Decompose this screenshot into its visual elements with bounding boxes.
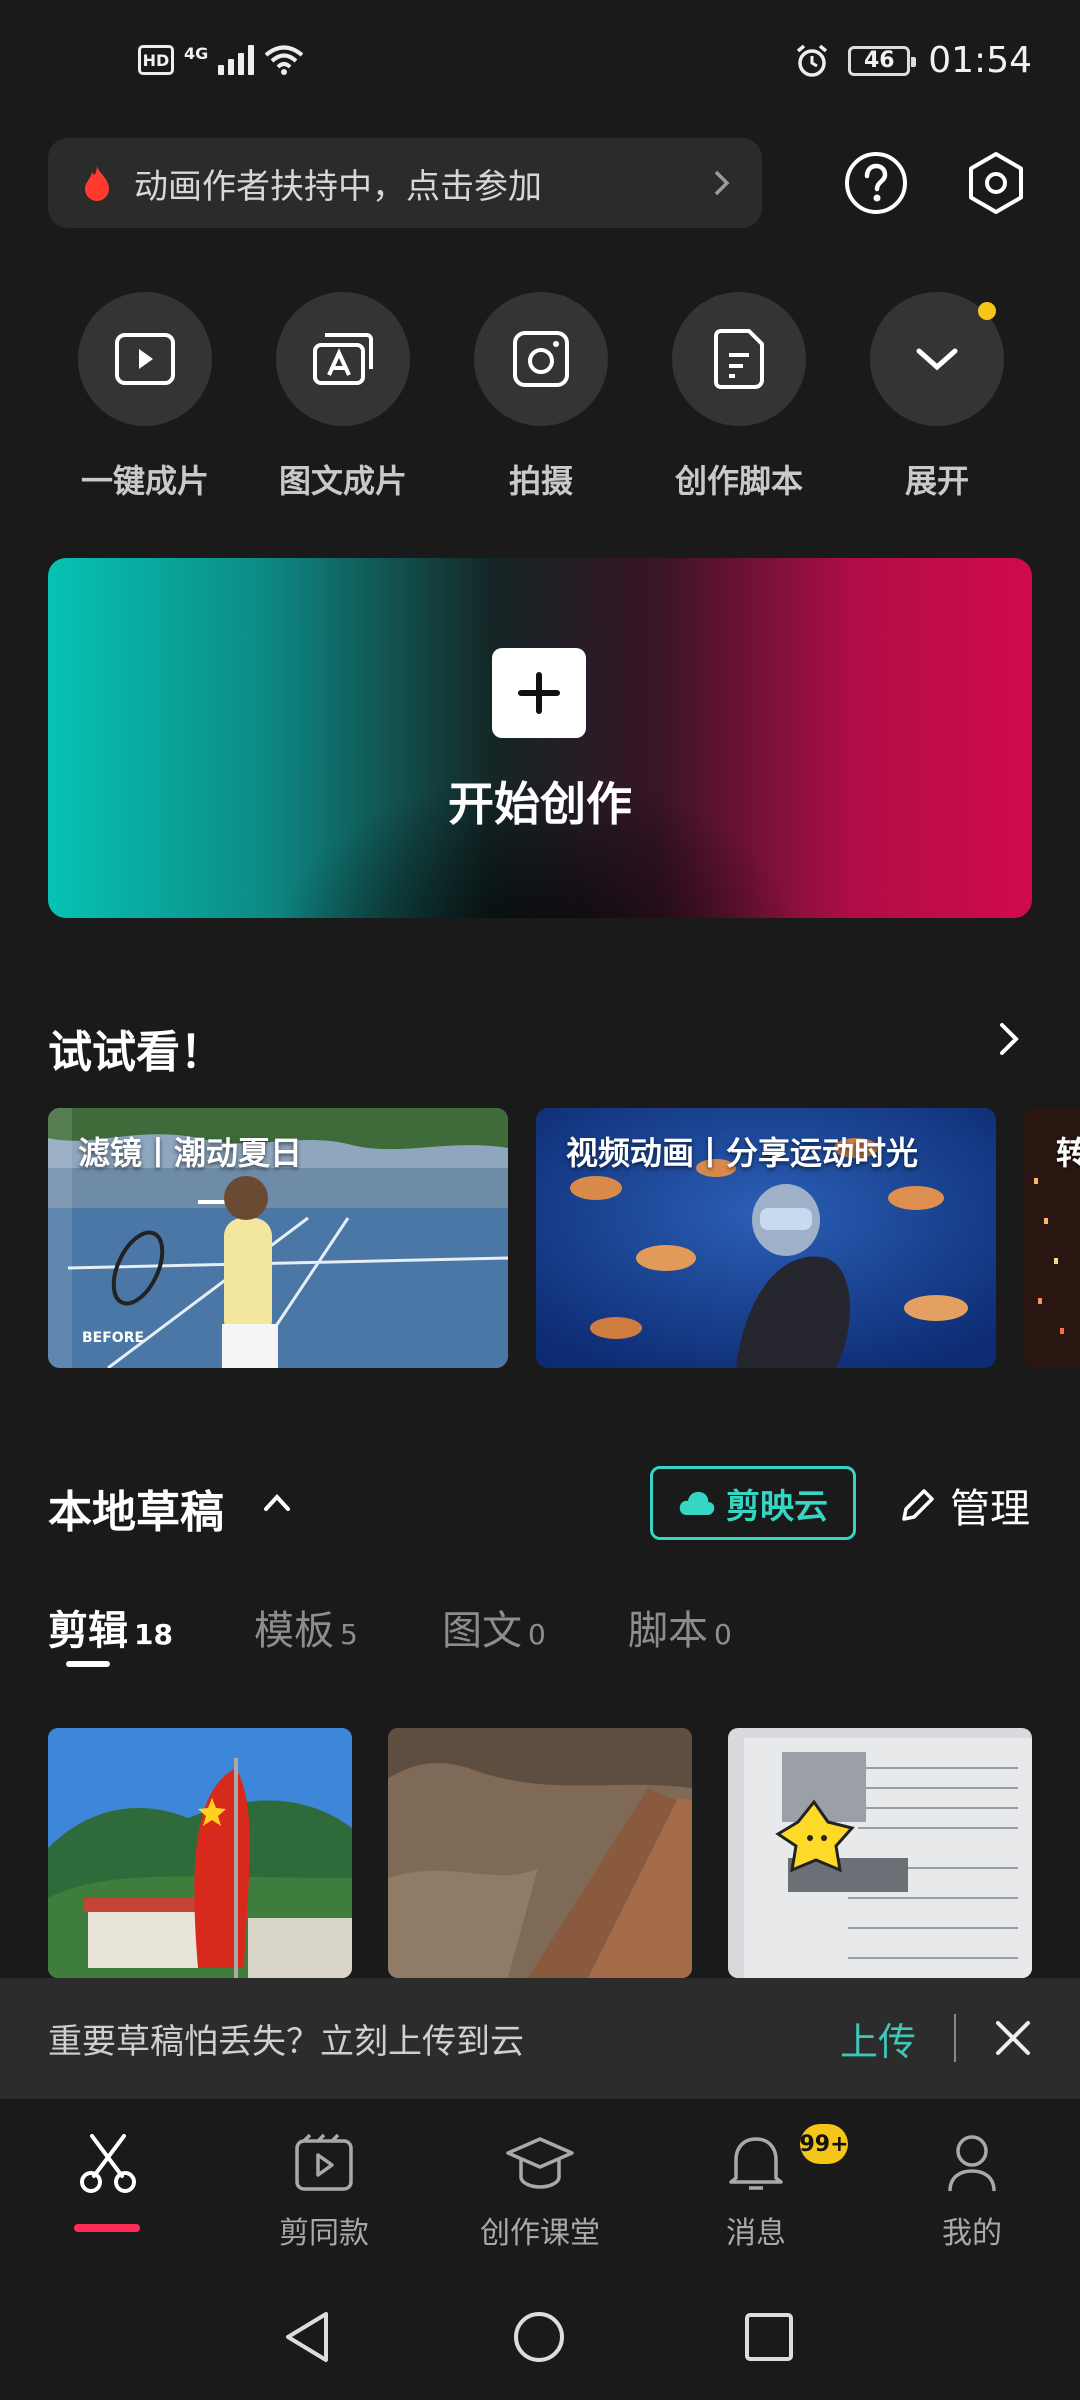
alarm-icon [797,44,828,77]
draft-thumbnail[interactable] [728,1728,1032,1978]
quick-action-one-click[interactable]: 一键成片 [78,292,212,502]
upload-button[interactable]: 上传 [840,2011,916,2066]
bell-icon [729,2137,783,2190]
draft-thumbnail[interactable] [48,1728,352,1978]
quick-action-script[interactable]: 创作脚本 [672,292,806,502]
tab-script[interactable]: 脚本 0 [628,1598,732,1656]
user-icon [948,2135,996,2192]
card-caption: 滤镜丨潮动夏日 [78,1134,303,1172]
tab-edit[interactable]: 剪辑 18 [48,1598,173,1656]
message-badge: 99+ [799,2124,849,2164]
edit-icon [902,1489,934,1521]
notification-dot [978,302,996,320]
tab-template[interactable]: 模板 5 [254,1598,358,1656]
nav-item-classroom[interactable]: 创作课堂 [460,2128,620,2252]
clock: 01:54 [928,40,1032,81]
nav-item-edit[interactable] [28,2128,188,2208]
try-section-title: 试试看！ [48,1027,224,1078]
nav-label: 剪同款 [279,2216,369,2251]
close-icon[interactable] [994,2019,1032,2057]
draft-thumbnail[interactable] [388,1728,692,1978]
before-tag: BEFORE [82,1330,145,1346]
quick-action-label: 展开 [904,462,969,500]
image-text-icon [313,333,373,385]
manage-label: 管理 [950,1486,1030,1532]
signal-icon [218,45,255,75]
play-icon [115,333,175,385]
tab-label: 剪辑 [48,1608,128,1654]
nav-label: 我的 [942,2216,1002,2251]
cloud-icon [679,1491,715,1515]
toast-message: 重要草稿怕丢失？立刻上传到云 [48,2021,524,2062]
start-create-button[interactable]: 开始创作 [48,558,1032,918]
tab-image-text[interactable]: 图文 0 [442,1598,546,1656]
quick-action-label: 图文成片 [278,462,407,500]
divider [954,2014,956,2062]
tab-label: 图文 [442,1608,522,1654]
tab-count: 0 [528,1618,546,1651]
tab-label: 脚本 [628,1608,708,1654]
battery-level: 46 [863,48,895,73]
nav-item-profile[interactable]: 我的 [892,2128,1052,2252]
chevron-right-icon[interactable] [994,1020,1024,1058]
quick-action-camera[interactable]: 拍摄 [474,292,608,502]
graduation-cap-icon [506,2137,574,2189]
jianying-cloud-button[interactable]: 剪映云 [650,1466,856,1540]
system-nav-bar [0,2268,1080,2400]
back-icon[interactable] [282,2310,332,2364]
quick-action-expand[interactable]: 展开 [870,292,1004,502]
drafts-title: 本地草稿 [48,1487,224,1538]
tab-count: 0 [714,1618,732,1651]
flame-icon [85,166,109,201]
quick-action-label: 创作脚本 [674,462,803,500]
flag-thumbnail [48,1728,352,1978]
tab-label: 模板 [254,1608,334,1654]
nav-label: 消息 [726,2216,786,2251]
nav-item-templates[interactable]: 剪同款 [244,2128,404,2252]
nav-label: 创作课堂 [480,2216,600,2251]
scissors-icon [80,2134,136,2193]
cloud-label: 剪映云 [726,1486,828,1527]
video-template-icon [295,2133,353,2191]
battery-icon: 46 [848,45,917,76]
promo-text: 动画作者扶持中，点击参加 [134,166,542,207]
status-bar: HD 4G 46 01:54 [0,0,1080,130]
card-caption: 转 [1056,1134,1080,1172]
quick-action-image-text[interactable]: 图文成片 [276,292,410,502]
document-thumbnail [728,1728,1032,1978]
tab-indicator [66,1661,110,1667]
template-card-filter[interactable]: 滤镜丨潮动夏日 BEFORE [48,1108,508,1368]
script-icon [714,329,764,389]
manage-button[interactable]: 管理 [898,1476,1030,1534]
start-create-title: 开始创作 [448,777,632,831]
quick-action-label: 一键成片 [80,462,209,500]
plus-icon [492,648,586,738]
chevron-right-icon [714,170,730,196]
upload-toast: 重要草稿怕丢失？立刻上传到云 上传 [0,1978,1080,2098]
recents-icon[interactable] [744,2312,794,2362]
template-card-partial[interactable]: 转 [1024,1108,1080,1368]
tab-count: 18 [134,1618,173,1651]
chevron-up-icon[interactable] [262,1490,292,1514]
help-icon[interactable] [843,150,909,216]
ground-thumbnail [388,1728,692,1978]
tab-count: 5 [340,1618,358,1651]
chevron-down-icon [916,348,958,371]
hd-icon: HD [138,45,174,75]
home-icon[interactable] [512,2310,566,2364]
card-caption: 视频动画丨分享运动时光 [566,1134,919,1172]
settings-icon[interactable] [963,150,1029,216]
camera-icon [513,331,569,387]
wifi-icon [264,45,304,75]
quick-action-label: 拍摄 [508,462,573,500]
network-type: 4G [184,44,209,63]
promo-banner[interactable]: 动画作者扶持中，点击参加 [48,138,762,228]
template-card-animation[interactable]: 视频动画丨分享运动时光 [536,1108,996,1368]
active-indicator [74,2224,140,2232]
